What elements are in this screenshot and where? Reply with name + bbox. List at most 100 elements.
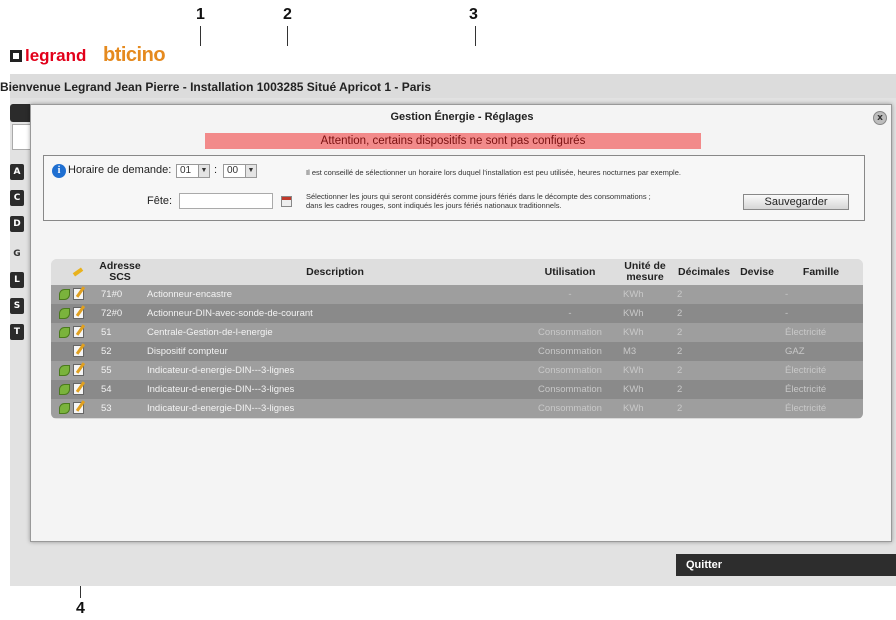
save-button[interactable]: Sauvegarder <box>743 194 849 210</box>
cell-family: Électricité <box>785 365 827 376</box>
table-row[interactable]: 53 Indicateur-d-energie-DIN---3-lignes Con… <box>51 399 863 418</box>
cell-address: 51 <box>101 327 112 338</box>
quit-button[interactable]: Quitter <box>676 554 896 576</box>
side-button-a[interactable]: A <box>10 164 24 180</box>
cell-decimals: 2 <box>677 403 683 414</box>
cell-family: Électricité <box>785 403 827 414</box>
cell-usage: Consommation <box>538 346 602 357</box>
energy-leaf-icon[interactable] <box>59 327 70 338</box>
hour-select[interactable]: 01 ▼ <box>176 164 210 178</box>
cell-usage: Consommation <box>538 327 602 338</box>
close-button[interactable]: x <box>873 111 887 125</box>
hour-value: 01 <box>180 165 192 176</box>
cell-usage: Consommation <box>538 384 602 395</box>
warning-banner: Attention, certains dispositifs ne sont … <box>205 133 701 149</box>
holiday-label: Fête: <box>147 195 173 207</box>
cell-usage: Consommation <box>538 365 602 376</box>
cell-unit: KWh <box>623 384 644 395</box>
col-currency: Devise <box>740 265 774 278</box>
edit-icon[interactable] <box>73 307 84 319</box>
energy-leaf-icon[interactable] <box>59 384 70 395</box>
energy-leaf-icon[interactable] <box>59 403 70 414</box>
table-header: Adresse SCS Description Utilisation Unit… <box>51 259 863 285</box>
cell-usage: - <box>568 289 572 300</box>
cell-description: Actionneur-DIN-avec-sonde-de-courant <box>147 308 313 319</box>
col-family: Famille <box>802 265 840 278</box>
cell-unit: KWh <box>623 365 644 376</box>
energy-leaf-icon[interactable] <box>59 365 70 376</box>
cell-decimals: 2 <box>677 384 683 395</box>
devices-table: Adresse SCS Description Utilisation Unit… <box>51 259 863 419</box>
cell-decimals: 2 <box>677 308 683 319</box>
cell-usage: Consommation <box>538 403 602 414</box>
table-row[interactable]: 55 Indicateur-d-energie-DIN---3-lignes Con… <box>51 361 863 380</box>
cell-address: 52 <box>101 346 112 357</box>
edit-icon[interactable] <box>73 345 84 357</box>
side-button-l[interactable]: L <box>10 272 24 288</box>
cell-decimals: 2 <box>677 289 683 300</box>
side-button-g[interactable]: G <box>10 246 24 262</box>
cell-decimals: 2 <box>677 365 683 376</box>
energy-leaf-icon[interactable] <box>59 289 70 300</box>
chevron-down-icon: ▼ <box>245 165 256 177</box>
edit-column-icon <box>73 267 85 277</box>
cell-description: Dispositif compteur <box>147 346 228 357</box>
col-address: Adresse SCS <box>99 260 141 283</box>
info-icon: i <box>52 164 66 178</box>
cell-address: 53 <box>101 403 112 414</box>
col-description: Description <box>306 265 364 278</box>
col-usage: Utilisation <box>544 265 596 278</box>
cell-family: - <box>785 308 789 319</box>
cell-address: 54 <box>101 384 112 395</box>
minute-value: 00 <box>227 165 239 176</box>
chevron-down-icon: ▼ <box>198 165 209 177</box>
table-row[interactable]: 71#0 Actionneur-encastre - KWh 2 - <box>51 285 863 304</box>
legrand-logo: legrand <box>10 46 86 66</box>
cell-description: Indicateur-d-energie-DIN---3-lignes <box>147 365 295 376</box>
cell-family: - <box>785 289 789 300</box>
cell-decimals: 2 <box>677 327 683 338</box>
cell-family: Électricité <box>785 327 827 338</box>
callout-3: 3 <box>469 6 478 23</box>
cell-address: 55 <box>101 365 112 376</box>
edit-icon[interactable] <box>73 326 84 338</box>
calendar-icon[interactable] <box>281 196 292 207</box>
edit-icon[interactable] <box>73 402 84 414</box>
cell-unit: KWh <box>623 289 644 300</box>
cell-description: Actionneur-encastre <box>147 289 233 300</box>
table-row[interactable]: 51 Centrale-Gestion-de-l-energie Consommat… <box>51 323 863 342</box>
cell-usage: - <box>568 308 572 319</box>
settings-panel: i Horaire de demande: 01 ▼ : 00 ▼ Fête: Il… <box>43 155 865 221</box>
cell-unit: KWh <box>623 308 644 319</box>
cell-family: GAZ <box>785 346 805 357</box>
edit-icon[interactable] <box>73 288 84 300</box>
minute-select[interactable]: 00 ▼ <box>223 164 257 178</box>
cell-unit: M3 <box>623 346 637 357</box>
energy-settings-dialog: Gestion Énergie - Réglages x Attention, … <box>30 104 892 542</box>
table-row[interactable]: 52 Dispositif compteur Consommation M3 2 GAZ <box>51 342 863 361</box>
holiday-date-field[interactable] <box>179 193 273 209</box>
side-button-d[interactable]: D <box>10 216 24 232</box>
dialog-title: Gestion Énergie - Réglages <box>390 111 534 123</box>
table-row[interactable]: 72#0 Actionneur-DIN-avec-sonde-de-courant… <box>51 304 863 323</box>
schedule-note: Il est conseillé de sélectionner un hora… <box>306 168 681 177</box>
energy-leaf-icon[interactable] <box>59 308 70 319</box>
schedule-label: Horaire de demande: <box>68 164 172 176</box>
holidays-note-line-1: Sélectionner les jours qui seront consid… <box>306 192 651 201</box>
edit-icon[interactable] <box>73 364 84 376</box>
side-button-t[interactable]: T <box>10 324 24 340</box>
cell-description: Indicateur-d-energie-DIN---3-lignes <box>147 384 295 395</box>
col-unit: Unité de mesure <box>624 260 666 283</box>
cell-description: Centrale-Gestion-de-l-energie <box>147 327 273 338</box>
cell-unit: KWh <box>623 327 644 338</box>
col-decimals: Décimales <box>678 265 730 278</box>
cell-decimals: 2 <box>677 346 683 357</box>
table-row[interactable]: 54 Indicateur-d-energie-DIN---3-lignes Con… <box>51 380 863 399</box>
cell-family: Électricité <box>785 384 827 395</box>
side-button-s[interactable]: S <box>10 298 24 314</box>
time-separator: : <box>214 164 218 176</box>
side-button-c[interactable]: C <box>10 190 24 206</box>
edit-icon[interactable] <box>73 383 84 395</box>
cell-address: 71#0 <box>101 289 123 300</box>
bticino-logo: bticino <box>103 44 166 66</box>
